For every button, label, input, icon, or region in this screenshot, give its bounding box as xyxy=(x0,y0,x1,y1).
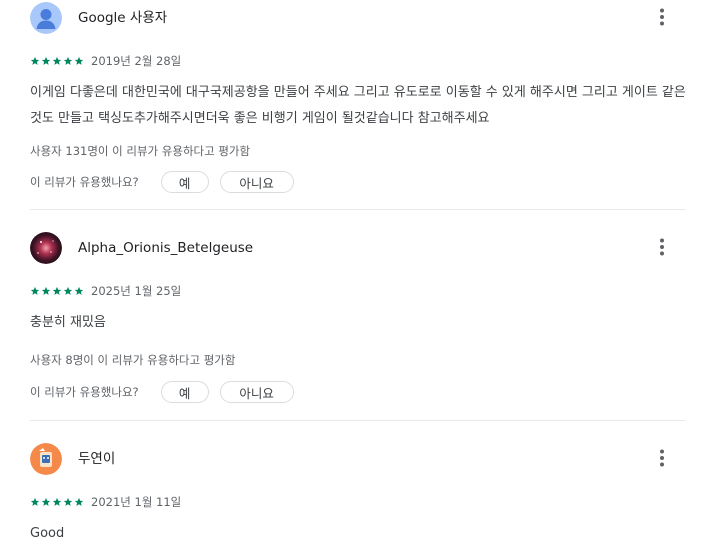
star-rating xyxy=(30,286,85,296)
divider xyxy=(30,209,686,210)
review-date: 2025년 1월 25일 xyxy=(91,284,182,298)
helpful-question: 이 리뷰가 유용했나요? xyxy=(30,385,139,399)
review-date: 2019년 2월 28일 xyxy=(91,54,182,68)
review-author: 두연이 xyxy=(78,451,116,467)
star-icon xyxy=(30,497,40,506)
avatar[interactable] xyxy=(30,232,62,264)
star-icon xyxy=(52,497,62,506)
star-icon xyxy=(30,286,40,295)
helpful-no-button[interactable]: 아니요 xyxy=(219,381,294,403)
helpful-count: 사용자 8명이 이 리뷰가 유용하다고 평가함 xyxy=(30,353,236,367)
avatar[interactable] xyxy=(30,443,62,475)
more-options-button[interactable] xyxy=(650,443,674,475)
review-text: Good xyxy=(30,526,65,541)
review-author: Google 사용자 xyxy=(78,10,168,26)
more-vert-icon xyxy=(660,8,664,26)
star-icon xyxy=(74,56,84,65)
review-card: 두연이 2021년 1월 11일 Good xyxy=(30,443,686,541)
more-options-button[interactable] xyxy=(650,2,674,34)
more-vert-icon xyxy=(660,449,664,467)
review-card: Google 사용자 2019년 2월 28일 이게임 다좋은데 대한민국에 대… xyxy=(30,2,686,193)
star-icon xyxy=(41,497,51,506)
review-card: Alpha_Orionis_Betelgeuse 2025년 1월 25일 충분… xyxy=(30,232,686,403)
star-icon xyxy=(52,286,62,295)
helpful-yes-button[interactable]: 예 xyxy=(160,381,209,403)
helpful-count: 사용자 131명이 이 리뷰가 유용하다고 평가함 xyxy=(30,144,251,158)
helpful-no-button[interactable]: 아니요 xyxy=(219,171,294,193)
nebula-photo-avatar-icon xyxy=(30,232,62,264)
helpful-yes-button[interactable]: 예 xyxy=(160,171,209,193)
star-icon xyxy=(52,56,62,65)
avatar[interactable] xyxy=(30,2,62,34)
star-rating xyxy=(30,497,85,507)
more-vert-icon xyxy=(660,238,664,256)
helpful-question: 이 리뷰가 유용했나요? xyxy=(30,175,139,189)
star-rating xyxy=(30,56,85,66)
star-icon xyxy=(63,56,73,65)
star-icon xyxy=(41,286,51,295)
divider xyxy=(30,420,686,421)
star-icon xyxy=(41,56,51,65)
star-icon xyxy=(30,56,40,65)
default-person-avatar-icon xyxy=(30,2,62,34)
star-icon xyxy=(63,286,73,295)
star-icon xyxy=(74,497,84,506)
star-icon xyxy=(74,286,84,295)
review-author: Alpha_Orionis_Betelgeuse xyxy=(78,240,254,256)
review-text: 충분히 재밌음 xyxy=(30,315,106,330)
star-icon xyxy=(63,497,73,506)
review-text: 이게임 다좋은데 대한민국에 대구국제공항을 만들어 주세요 그리고 유도로로 … xyxy=(30,85,686,126)
review-date: 2021년 1월 11일 xyxy=(91,495,182,509)
more-options-button[interactable] xyxy=(650,232,674,264)
orange-character-avatar-icon xyxy=(30,443,62,475)
